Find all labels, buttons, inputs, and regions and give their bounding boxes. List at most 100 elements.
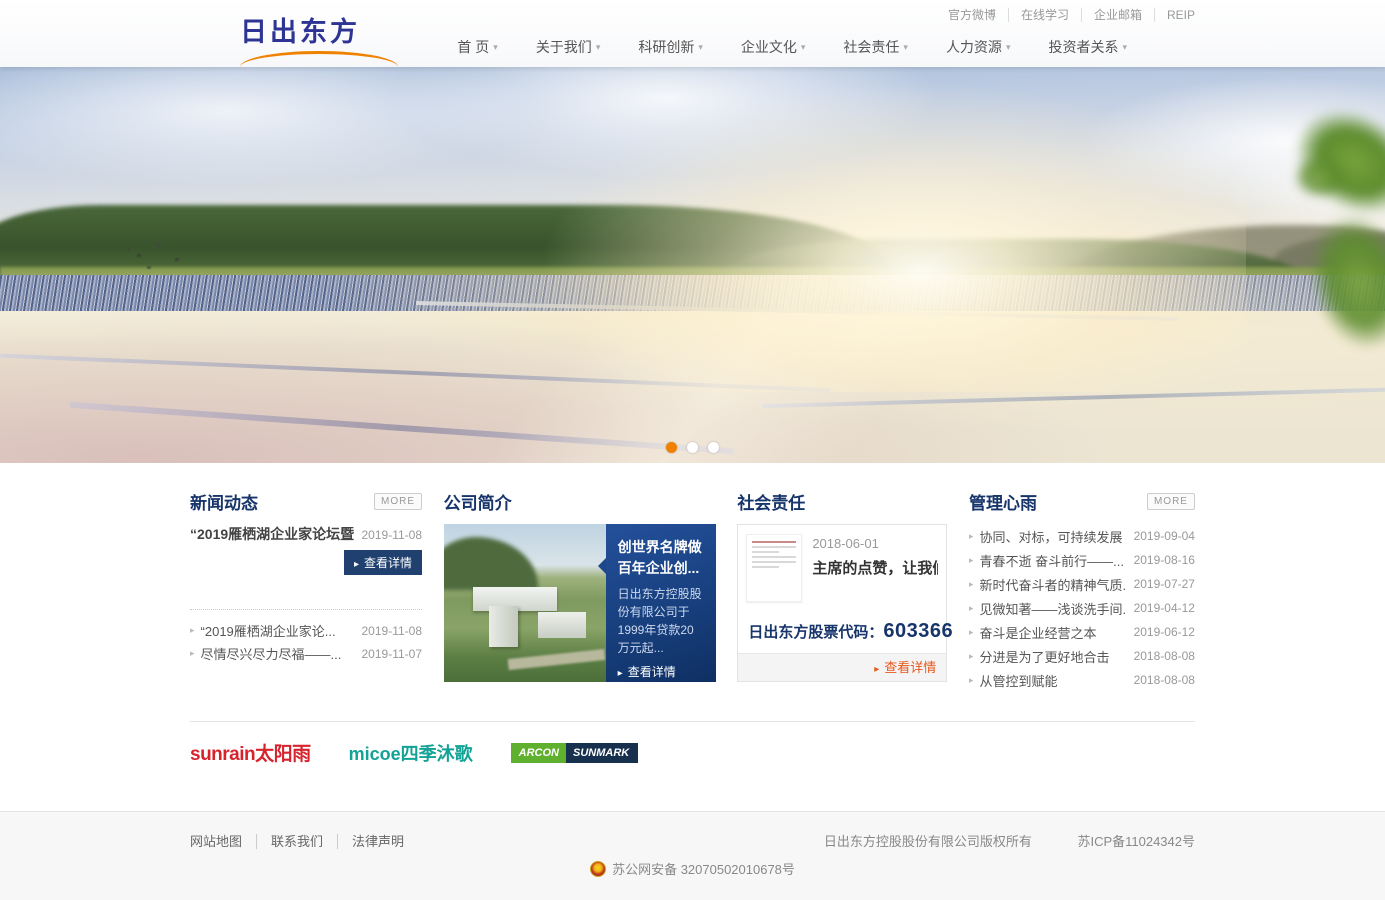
company-detail-link[interactable]: ▸查看详情	[618, 663, 706, 680]
chevron-down-icon: ▾	[903, 42, 908, 52]
company-card-body: 日出东方控股股份有限公司于1999年贷款20万元起...	[618, 585, 706, 657]
copyright-text: 日出东方控股股份有限公司版权所有	[824, 834, 1032, 849]
carousel-dot-2[interactable]	[687, 442, 698, 453]
management-more-button[interactable]: MORE	[1147, 493, 1195, 510]
list-item[interactable]: ▸新时代奋斗者的精神气质...2019-07-27	[969, 572, 1195, 596]
arrow-right-icon: ▸	[618, 668, 623, 679]
arrow-right-icon: ▸	[874, 664, 879, 675]
section-title-management: 管理心雨	[969, 489, 1037, 514]
section-title-social: 社会责任	[737, 489, 805, 514]
list-item[interactable]: ▸协同、对标，可持续发展 ...2019-09-04	[969, 524, 1195, 548]
social-article-title[interactable]: 主席的点赞，让我们...	[812, 557, 938, 578]
arrow-right-icon: ▸	[190, 648, 195, 659]
list-item[interactable]: ▸奋斗是企业经营之本2019-06-12	[969, 620, 1195, 644]
news-list: ▸ “2019雁栖湖企业家论... 2019-11-08 ▸ 尽情尽兴尽力尽福—…	[190, 619, 422, 665]
list-item[interactable]: ▸ “2019雁栖湖企业家论... 2019-11-08	[190, 619, 422, 642]
company-logo[interactable]: 日出东方	[240, 10, 400, 67]
cloud-shape	[388, 67, 942, 178]
footer-link-contact[interactable]: 联系我们	[257, 834, 338, 849]
nav-item-hr[interactable]: 人力资源▾	[946, 37, 1011, 57]
management-list: ▸协同、对标，可持续发展 ...2019-09-04 ▸青春不逝 奋斗前行——.…	[969, 524, 1195, 692]
chevron-down-icon: ▾	[1122, 42, 1127, 52]
list-item[interactable]: ▸分进是为了更好地合击2018-08-08	[969, 644, 1195, 668]
brand-logo-arcon-sunmark[interactable]: ARCONSUNMARK	[511, 743, 639, 763]
featured-news-title[interactable]: “2019雁栖湖企业家论坛暨...	[190, 524, 355, 544]
hill-shape	[444, 537, 538, 591]
arrow-right-icon: ▸	[969, 579, 974, 590]
arrow-right-icon: ▸	[969, 555, 974, 566]
chevron-down-icon: ▾	[596, 42, 601, 52]
chevron-down-icon: ▾	[801, 42, 806, 52]
featured-news: “2019雁栖湖企业家论坛暨... 2019-11-08 ▸查看详情	[190, 524, 422, 610]
chevron-down-icon: ▾	[698, 42, 703, 52]
nav-item-culture[interactable]: 企业文化▾	[741, 37, 806, 57]
road-shape	[508, 648, 606, 669]
social-detail-link[interactable]: ▸查看详情	[874, 660, 936, 675]
brand-logo-sunrain[interactable]: sunrain太阳雨	[190, 739, 311, 766]
topbar-link-learning[interactable]: 在线学习	[1009, 8, 1082, 22]
social-card-footer: ▸查看详情	[738, 653, 946, 681]
site-header: 官方微博在线学习企业邮箱REIP 日出东方 首 页▾ 关于我们▾ 科研创新▾ 企…	[0, 0, 1385, 67]
topbar-link-mail[interactable]: 企业邮箱	[1082, 8, 1155, 22]
stock-code-value: 603366	[883, 620, 953, 642]
icp-record-link[interactable]: 苏ICP备11024342号	[1077, 834, 1195, 849]
solar-panel-array	[0, 275, 1385, 463]
section-title-company: 公司简介	[444, 489, 512, 514]
section-social-responsibility: 社会责任 2018-06-01 主席的点赞，让我们... 日出东方股票代码：60…	[737, 490, 947, 682]
sunrise-arc-icon	[240, 51, 398, 67]
arrow-right-icon: ▸	[354, 559, 359, 570]
arrow-right-icon: ▸	[190, 625, 195, 636]
carousel-dots	[0, 442, 1385, 453]
chevron-down-icon: ▾	[493, 42, 498, 52]
brand-logo-micoe[interactable]: micoe四季沐歌	[349, 740, 473, 766]
section-company-profile: 公司简介 创世界名牌做百年企业创... 日出东方控股股份有限公司于1999年贷款…	[444, 490, 716, 682]
building-shape	[489, 606, 518, 647]
nav-item-research[interactable]: 科研创新▾	[638, 37, 703, 57]
arrow-right-icon: ▸	[969, 531, 974, 542]
carousel-dot-3[interactable]	[708, 442, 719, 453]
featured-news-date: 2019-11-08	[362, 528, 423, 542]
utility-nav: 官方微博在线学习企业邮箱REIP	[936, 6, 1195, 23]
nav-item-about[interactable]: 关于我们▾	[536, 37, 601, 57]
carousel-dot-1-active[interactable]	[666, 442, 677, 453]
leaf-foreground	[1295, 157, 1345, 197]
list-item[interactable]: ▸青春不逝 奋斗前行——...2019-08-16	[969, 548, 1195, 572]
list-item[interactable]: ▸见微知著——浅谈洗手间...2019-04-12	[969, 596, 1195, 620]
chevron-down-icon: ▾	[1006, 42, 1011, 52]
company-profile-panel: 创世界名牌做百年企业创... 日出东方控股股份有限公司于1999年贷款20万元起…	[606, 524, 716, 682]
police-record-row: 苏公网安备 32070502010678号	[190, 859, 1195, 878]
arrow-right-icon: ▸	[969, 651, 974, 662]
stock-code-line: 日出东方股票代码：603366	[748, 620, 953, 643]
topbar-link-weibo[interactable]: 官方微博	[936, 8, 1009, 22]
nav-item-responsibility[interactable]: 社会责任▾	[843, 37, 908, 57]
list-item[interactable]: ▸从管控到赋能2018-08-08	[969, 668, 1195, 692]
company-campus-photo	[444, 524, 606, 682]
building-shape	[538, 612, 587, 637]
main-content: 新闻动态 MORE “2019雁栖湖企业家论坛暨... 2019-11-08 ▸…	[0, 463, 1385, 811]
police-record-link[interactable]: 苏公网安备 32070502010678号	[612, 862, 795, 877]
arrow-right-icon: ▸	[969, 603, 974, 614]
company-profile-card[interactable]: 创世界名牌做百年企业创... 日出东方控股股份有限公司于1999年贷款20万元起…	[444, 524, 716, 682]
footer-link-sitemap[interactable]: 网站地图	[190, 834, 257, 849]
nav-item-investors[interactable]: 投资者关系▾	[1048, 37, 1127, 57]
social-responsibility-card[interactable]: 2018-06-01 主席的点赞，让我们... 日出东方股票代码：603366 …	[737, 524, 947, 682]
list-item[interactable]: ▸ 尽情尽兴尽力尽福——... 2019-11-07	[190, 642, 422, 665]
site-footer: 网站地图联系我们法律声明 日出东方控股股份有限公司版权所有 苏ICP备11024…	[0, 811, 1385, 900]
news-more-button[interactable]: MORE	[374, 493, 422, 510]
news-detail-button[interactable]: ▸查看详情	[344, 550, 422, 575]
arrow-right-icon: ▸	[969, 627, 974, 638]
section-title-news: 新闻动态	[190, 489, 258, 514]
nav-item-home[interactable]: 首 页▾	[457, 37, 497, 57]
logo-text: 日出东方	[240, 10, 400, 49]
article-thumbnail	[746, 534, 802, 602]
main-nav: 首 页▾ 关于我们▾ 科研创新▾ 企业文化▾ 社会责任▾ 人力资源▾ 投资者关系…	[419, 37, 1127, 57]
social-article-date: 2018-06-01	[812, 536, 938, 551]
section-news: 新闻动态 MORE “2019雁栖湖企业家论坛暨... 2019-11-08 ▸…	[190, 490, 422, 665]
police-badge-icon	[590, 861, 606, 877]
footer-link-legal[interactable]: 法律声明	[338, 834, 418, 849]
section-management: 管理心雨 MORE ▸协同、对标，可持续发展 ...2019-09-04 ▸青春…	[969, 490, 1195, 692]
topbar-link-reip[interactable]: REIP	[1155, 8, 1195, 22]
footer-links: 网站地图联系我们法律声明	[190, 831, 418, 850]
arrow-right-icon: ▸	[969, 675, 974, 686]
company-card-title: 创世界名牌做百年企业创...	[618, 537, 706, 579]
